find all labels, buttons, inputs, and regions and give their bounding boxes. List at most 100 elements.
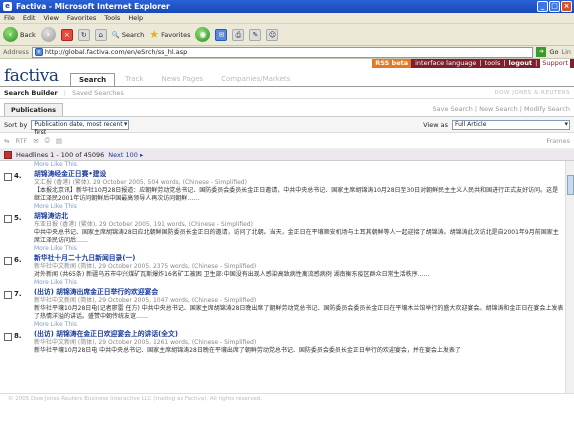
more-like-this-link[interactable]: More Like This: [34, 321, 574, 329]
result-title[interactable]: (出访) 胡锦涛在金正日欢迎宴会上的讲话(全文): [34, 330, 564, 339]
maximize-button[interactable]: □: [549, 1, 560, 12]
mail-icon[interactable]: ✉: [215, 28, 228, 41]
arrows-icon[interactable]: ⇆: [4, 137, 9, 145]
search-icon: 🔍: [111, 30, 120, 39]
rss-beta-link[interactable]: RSS beta: [372, 59, 412, 68]
window-titlebar: e Factiva - Microsoft Internet Explorer …: [0, 0, 574, 13]
browser-toolbar: ‹ Back › × ↻ ⌂ 🔍 Search ★ Favorites ◉ ✉ …: [0, 24, 574, 46]
result-snippet: 【本报北京讯】新华社10月28日报道：应朝鲜劳动党总书记、国防委员会委员长金正日…: [34, 187, 559, 202]
result-title[interactable]: 胡锦涛经金正日赛•建设: [34, 170, 564, 179]
stop-icon[interactable]: ×: [60, 28, 73, 41]
frames-link[interactable]: Frames: [546, 137, 570, 145]
saved-searches-link[interactable]: Saved Searches: [72, 89, 124, 97]
result-title[interactable]: 新华社十月二十九日新闻目录(一): [34, 254, 564, 263]
menu-edit[interactable]: Edit: [23, 14, 36, 22]
next-100-link[interactable]: Next 100 ▸: [108, 151, 143, 159]
messenger-icon[interactable]: ☺: [266, 28, 279, 41]
result-checkbox[interactable]: [4, 333, 12, 341]
view-select[interactable]: Full Article: [452, 119, 570, 130]
result-number: 5.: [14, 214, 22, 222]
result-snippet: 中共中央总书记、国家主席胡锦涛28日应北朝鲜国防委员长金正日的邀请，访问了北朝。…: [34, 229, 559, 244]
more-like-this-link[interactable]: More Like This: [34, 279, 574, 287]
minimize-button[interactable]: _: [537, 1, 548, 12]
page-icon: e: [34, 48, 43, 56]
go-label[interactable]: Go: [549, 48, 558, 56]
headlines-count: Headlines 1 - 100 of 45096: [16, 150, 105, 159]
support-link[interactable]: Support: [540, 59, 570, 68]
result-snippet: 新华社平壤10月28日电(记者廖雷 任方) 中共中央总书记、国家主席胡锦涛28日…: [34, 305, 564, 320]
more-like-this-link[interactable]: More Like This: [34, 203, 574, 211]
menu-file[interactable]: File: [4, 14, 15, 22]
back-button[interactable]: ‹ Back: [3, 27, 36, 42]
close-button[interactable]: ×: [561, 1, 572, 12]
edit-icon[interactable]: ✎: [249, 28, 262, 41]
interface-language-link[interactable]: interface language: [415, 59, 476, 68]
sort-select[interactable]: Publication date, most recent first: [31, 119, 130, 136]
search-button[interactable]: 🔍 Search: [112, 31, 144, 39]
menu-tools[interactable]: Tools: [104, 14, 120, 22]
tab-search[interactable]: Search: [70, 73, 116, 86]
logout-link[interactable]: logout: [509, 59, 533, 68]
home-icon[interactable]: ⌂: [94, 28, 107, 41]
more-like-this-link[interactable]: More Like This: [34, 161, 574, 169]
select-all-checkbox[interactable]: [4, 150, 12, 159]
ie-icon: e: [3, 2, 12, 11]
result-checkbox[interactable]: [4, 215, 12, 223]
result-checkbox[interactable]: [4, 257, 12, 265]
star-icon: ★: [149, 28, 160, 41]
sort-row: Sort by Publication date, most recent fi…: [0, 117, 574, 136]
view-as: View as Full Article: [423, 119, 570, 130]
list-item: 5. 胡锦涛访北 东亚日报 (香港) (繁体), 29 October 2005…: [4, 212, 574, 245]
favorites-button[interactable]: ★ Favorites: [149, 28, 190, 41]
window-title: Factiva - Microsoft Internet Explorer: [16, 2, 170, 11]
result-number: 7.: [14, 290, 22, 298]
menu-favorites[interactable]: Favorites: [67, 14, 96, 22]
tab-publications[interactable]: Publications: [4, 103, 64, 116]
print-results-icon[interactable]: ⎙: [45, 136, 50, 145]
result-checkbox[interactable]: [4, 173, 12, 181]
results-scrollbar[interactable]: [565, 161, 574, 393]
top-nav: RSS beta interface language | tools | logo…: [372, 59, 574, 68]
forward-button[interactable]: ›: [40, 27, 56, 42]
search-links[interactable]: Save Search | New Search | Modify Search: [432, 105, 570, 113]
address-label: Address: [3, 48, 29, 56]
sub-header: Search Builder | Saved Searches DOW JONE…: [0, 87, 574, 99]
favorites-label: Favorites: [161, 30, 191, 39]
menu-help[interactable]: Help: [128, 14, 143, 22]
address-bar: Address e http://global.factiva.com/en/e…: [0, 46, 574, 59]
copyright-footer: © 2005 Dow Jones Reuters Business Intera…: [0, 393, 574, 403]
menu-bar: File Edit View Favorites Tools Help: [0, 13, 574, 24]
result-meta: 新华社中文新闻 (简体), 29 October 2005, 1261 word…: [34, 339, 257, 346]
dow-jones-reuters-brand: DOW JONES & REUTERS: [494, 89, 570, 96]
tab-companies-markets[interactable]: Companies/Markets: [213, 73, 298, 86]
result-number: 4.: [14, 172, 22, 180]
rtf-link[interactable]: RTF: [15, 137, 27, 145]
back-arrow-icon: ‹: [3, 27, 18, 42]
email-icon[interactable]: ✉: [33, 137, 38, 145]
result-title[interactable]: 胡锦涛访北: [34, 212, 564, 221]
go-icon[interactable]: ➜: [536, 47, 547, 57]
action-row: ⇆ RTF ✉ ⎙ ▤ Frames: [0, 133, 574, 149]
search-builder-link[interactable]: Search Builder: [4, 89, 58, 97]
tools-link[interactable]: tools: [485, 59, 501, 68]
result-title[interactable]: (出访) 胡锦涛出席金正日举行的欢迎宴会: [34, 288, 564, 297]
save-icon[interactable]: ▤: [56, 137, 62, 145]
tab-news-pages[interactable]: News Pages: [153, 73, 211, 86]
result-number: 8.: [14, 332, 22, 340]
scrollbar-thumb[interactable]: [567, 175, 574, 195]
factiva-header: factiva RSS beta interface language | too…: [0, 59, 574, 87]
more-like-this-link[interactable]: More Like This: [34, 245, 574, 253]
result-meta: 东亚日报 (香港) (繁体), 29 October 2005, 191 wor…: [34, 221, 253, 228]
list-item: 8. (出访) 胡锦涛在金正日欢迎宴会上的讲话(全文) 新华社中文新闻 (简体)…: [4, 330, 574, 355]
result-meta: 文汇报 (香港) (繁体), 29 October 2005, 504 word…: [34, 179, 247, 186]
factiva-logo[interactable]: factiva: [4, 66, 59, 86]
refresh-icon[interactable]: ↻: [77, 28, 90, 41]
list-item: 6. 新华社十月二十九日新闻目录(一) 新华社中文新闻 (简体), 29 Oct…: [4, 254, 574, 279]
tab-track[interactable]: Track: [117, 73, 151, 86]
address-input[interactable]: e http://global.factiva.com/en/eSrch/ss_…: [31, 46, 534, 58]
media-icon[interactable]: ◉: [195, 27, 211, 42]
menu-view[interactable]: View: [43, 14, 58, 22]
print-icon[interactable]: ⎙: [232, 28, 245, 41]
links-label[interactable]: Lin: [561, 48, 571, 56]
result-checkbox[interactable]: [4, 291, 12, 299]
